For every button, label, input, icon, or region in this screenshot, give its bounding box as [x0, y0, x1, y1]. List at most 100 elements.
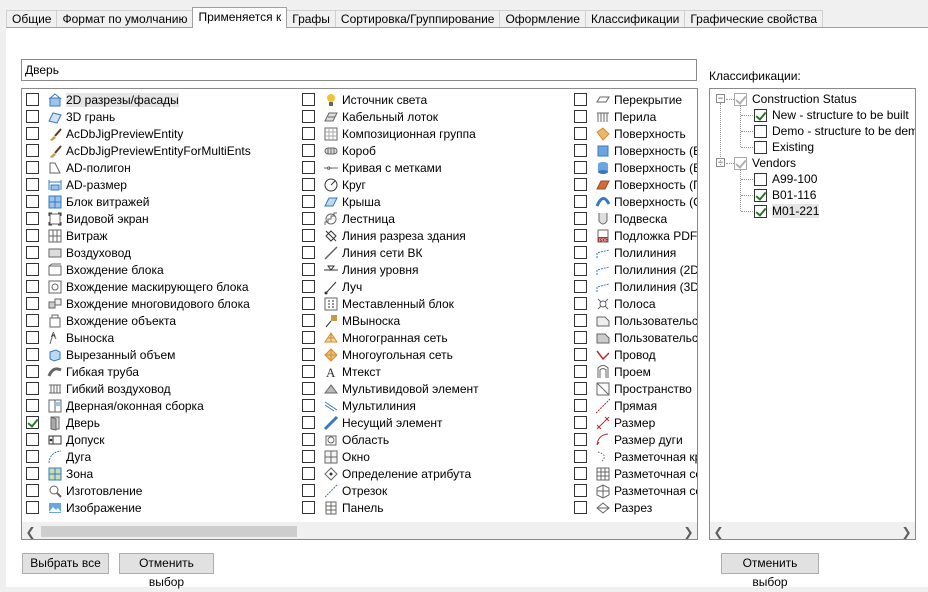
object-list-item[interactable]: A Выноска [26, 329, 251, 346]
tree-collapse-icon[interactable]: − [716, 94, 725, 103]
object-checkbox[interactable] [574, 467, 587, 480]
object-list-item[interactable]: Перила [574, 108, 697, 125]
object-checkbox[interactable] [302, 280, 315, 293]
group-checkbox[interactable] [734, 156, 747, 170]
object-checkbox[interactable] [574, 416, 587, 429]
object-checkbox[interactable] [302, 399, 315, 412]
object-checkbox[interactable] [574, 93, 587, 106]
object-checkbox[interactable] [26, 365, 39, 378]
object-list-item[interactable]: Вхождение маскирующего блока [26, 278, 251, 295]
object-list-item[interactable]: Поверхность (С, [574, 193, 697, 210]
object-checkbox[interactable] [26, 280, 39, 293]
object-checkbox[interactable] [574, 365, 587, 378]
tree-item-node[interactable]: B01-116 [754, 187, 816, 203]
object-checkbox[interactable] [26, 178, 39, 191]
scrollbar-thumb[interactable] [41, 526, 297, 537]
object-list-item[interactable]: AcDbJigPreviewEntity [26, 125, 251, 142]
object-checkbox[interactable] [26, 212, 39, 225]
object-checkbox[interactable] [26, 93, 39, 106]
object-list-item[interactable]: Короб [302, 142, 479, 159]
tab-6[interactable]: Оформление [499, 10, 586, 28]
tab-8[interactable]: Графические свойства [684, 10, 824, 28]
object-list-item[interactable]: Мультилиния [302, 397, 479, 414]
object-checkbox[interactable] [26, 229, 39, 242]
select-all-button[interactable]: Выбрать все [22, 553, 109, 574]
object-checkbox[interactable] [574, 110, 587, 123]
object-list-item[interactable]: Окно [302, 448, 479, 465]
object-list-item[interactable]: Гибкая труба [26, 363, 251, 380]
object-list-item[interactable]: Луч [302, 278, 479, 295]
object-checkbox[interactable] [574, 212, 587, 225]
object-list-item[interactable]: Композиционная группа [302, 125, 479, 142]
object-list-item[interactable]: Область [302, 431, 479, 448]
object-list-item[interactable]: Поверхность [574, 125, 697, 142]
object-checkbox[interactable] [302, 93, 315, 106]
tree-item-node[interactable]: New - structure to be built [754, 107, 909, 123]
object-checkbox[interactable] [574, 127, 587, 140]
object-list-item[interactable]: Кабельный лоток [302, 108, 479, 125]
object-checkbox[interactable] [26, 399, 39, 412]
object-checkbox[interactable] [26, 484, 39, 497]
tab-1[interactable]: Общие [6, 10, 58, 28]
object-list-item[interactable]: Линия сети ВК [302, 244, 479, 261]
object-list-item[interactable]: Прямая [574, 397, 697, 414]
object-list-item[interactable]: Перекрытие [574, 91, 697, 108]
object-list-item[interactable]: Разрез [574, 499, 697, 516]
object-checkbox[interactable] [574, 161, 587, 174]
tree-item-node[interactable]: Demo - structure to be demolis [754, 123, 915, 139]
object-list-item[interactable]: Несущий элемент [302, 414, 479, 431]
object-checkbox[interactable] [302, 484, 315, 497]
object-list-item[interactable]: Лестница [302, 210, 479, 227]
object-checkbox[interactable] [26, 161, 39, 174]
object-checkbox[interactable] [574, 484, 587, 497]
object-checkbox[interactable] [302, 161, 315, 174]
classification-checkbox[interactable] [754, 140, 767, 154]
object-list-item[interactable]: Воздуховод [26, 244, 251, 261]
object-checkbox[interactable] [574, 450, 587, 463]
object-checkbox[interactable] [26, 195, 39, 208]
object-list-item[interactable]: Витраж [26, 227, 251, 244]
object-checkbox[interactable] [26, 263, 39, 276]
object-list-item[interactable]: Дуга [26, 448, 251, 465]
object-type-list[interactable]: 2D разрезы/фасады 3D грань AcDbJigPreviewE… [21, 88, 698, 540]
object-list-item[interactable]: Поверхность (Вр [574, 159, 697, 176]
object-list-item[interactable]: Круг [302, 176, 479, 193]
tree-scroll-left-icon[interactable]: ❮ [710, 523, 727, 539]
object-checkbox[interactable] [574, 229, 587, 242]
object-checkbox[interactable] [302, 501, 315, 514]
object-list-item[interactable]: Источник света [302, 91, 479, 108]
tab-3[interactable]: Применяется к [192, 7, 288, 28]
clear-selection-button[interactable]: Отменить выбор [119, 553, 214, 589]
object-list-item[interactable]: 2D разрезы/фасады [26, 91, 251, 108]
object-list-item[interactable]: Гибкий воздуховод [26, 380, 251, 397]
tab-7[interactable]: Классификации [584, 10, 686, 28]
object-list-item[interactable]: Размер [574, 414, 697, 431]
classification-checkbox[interactable] [754, 172, 767, 186]
object-list-item[interactable]: AcDbJigPreviewEntityForMultiEnts [26, 142, 251, 159]
object-list-item[interactable]: Линия разреза здания [302, 227, 479, 244]
object-checkbox[interactable] [302, 127, 315, 140]
object-list-item[interactable]: Вхождение многовидового блока [26, 295, 251, 312]
object-list-item[interactable]: Отрезок [302, 482, 479, 499]
object-list-item[interactable]: Многоугольная сеть [302, 346, 479, 363]
object-list-item[interactable]: Проем [574, 363, 697, 380]
object-checkbox[interactable] [302, 195, 315, 208]
object-list-item[interactable]: Разметочная сет [574, 482, 697, 499]
object-checkbox[interactable] [302, 297, 315, 310]
object-list-item[interactable]: Определение атрибута [302, 465, 479, 482]
object-checkbox[interactable] [26, 246, 39, 259]
object-checkbox[interactable] [302, 433, 315, 446]
object-checkbox[interactable] [26, 348, 39, 361]
object-list-item[interactable]: Допуск [26, 431, 251, 448]
object-list-item[interactable]: Многогранная сеть [302, 329, 479, 346]
object-checkbox[interactable] [574, 314, 587, 327]
object-checkbox[interactable] [574, 280, 587, 293]
object-checkbox[interactable] [26, 144, 39, 157]
object-checkbox[interactable] [302, 416, 315, 429]
scroll-right-icon[interactable]: ❯ [680, 523, 697, 539]
object-checkbox[interactable] [574, 297, 587, 310]
object-checkbox[interactable] [302, 263, 315, 276]
tree-scroll-right-icon[interactable]: ❯ [898, 523, 915, 539]
object-checkbox[interactable] [302, 212, 315, 225]
object-checkbox[interactable] [26, 110, 39, 123]
